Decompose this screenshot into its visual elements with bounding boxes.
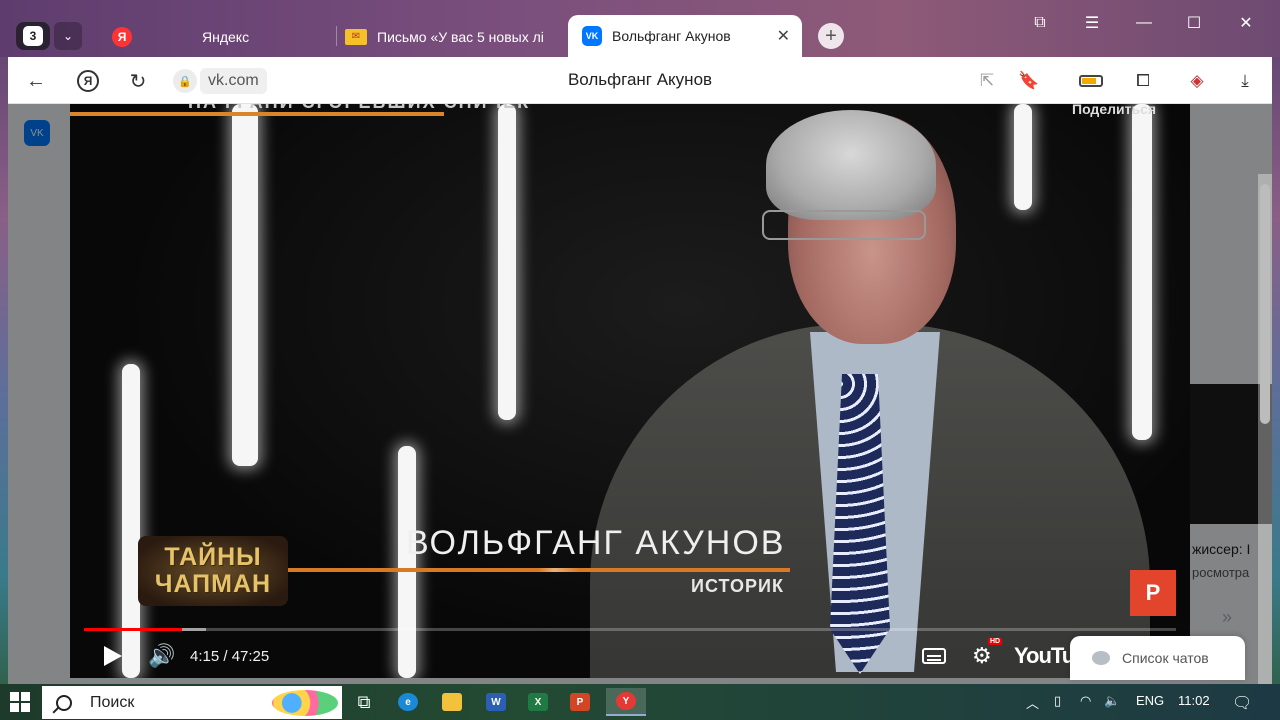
search-placeholder: Поиск — [90, 693, 135, 711]
edge-icon[interactable]: e — [392, 688, 424, 716]
share-video-button[interactable]: Поделиться — [1072, 104, 1156, 117]
chat-list-label: Список чатов — [1122, 650, 1209, 666]
play-icon — [104, 646, 122, 666]
top-caption-line — [70, 112, 444, 116]
tabs-counter-label: 3 — [23, 26, 43, 46]
vk-icon: VK — [582, 26, 602, 46]
notifications-icon[interactable]: 🗨 — [1232, 693, 1252, 713]
close-tab-icon[interactable]: ✕ — [777, 26, 790, 46]
time-display: 4:15 / 47:25 — [190, 647, 270, 665]
menu-icon[interactable]: ☰ — [1072, 10, 1112, 36]
chevron-up-icon[interactable]: ︿ — [1026, 693, 1039, 712]
speaker-hair — [766, 110, 936, 220]
address-bar: ← Я ↻ 🔒 vk.com Вольфганг Акунов ⇱ 🔖 ⧠ ◈ … — [8, 57, 1272, 104]
bookmarks-collection-icon[interactable]: ⧉ — [1020, 10, 1060, 36]
tabs-counter-button[interactable]: 3 — [16, 22, 50, 50]
translate-icon[interactable]: ⧠ — [1130, 68, 1156, 94]
tab-vk-active[interactable]: VK Вольфганг Акунов ✕ — [568, 15, 802, 57]
battery-saver-icon[interactable] — [1078, 68, 1104, 94]
tab-mail[interactable]: ✉ Письмо «У вас 5 новых лі — [345, 16, 567, 57]
clock[interactable]: 11:02 — [1178, 693, 1210, 708]
scrollbar-thumb[interactable] — [1260, 184, 1270, 424]
wifi-icon[interactable]: ◠ — [1080, 693, 1091, 709]
lower-third-line — [288, 568, 790, 572]
search-icon — [56, 694, 72, 711]
minimize-button[interactable]: — — [1124, 10, 1164, 36]
device-icon[interactable]: ▯ — [1054, 693, 1061, 709]
maximize-button[interactable]: ☐ — [1174, 10, 1214, 36]
volume-icon[interactable]: 🔊 — [148, 642, 175, 670]
word-icon[interactable]: W — [480, 688, 512, 716]
file-explorer-icon[interactable] — [436, 688, 468, 716]
tab-label: Яндекс — [202, 28, 250, 45]
play-button[interactable] — [104, 642, 122, 670]
studio-light — [498, 104, 516, 420]
speaker-role-caption: ИСТОРИК — [691, 576, 784, 596]
powerpoint-icon[interactable]: P — [564, 688, 596, 716]
new-tab-button[interactable]: + — [818, 23, 844, 49]
chevron-down-icon[interactable]: ⌄ — [54, 22, 82, 50]
speaker-glasses — [762, 210, 926, 240]
studio-light — [1014, 104, 1032, 210]
download-icon[interactable]: ⤓ — [1232, 68, 1258, 94]
tab-label: Вольфганг Акунов — [612, 28, 731, 44]
progress-bar-fill[interactable] — [84, 628, 182, 631]
yandex-browser-taskbar-icon[interactable]: Y — [606, 688, 646, 716]
yandex-icon: Я — [112, 26, 132, 47]
tab-divider — [336, 26, 337, 46]
speaker-name-caption: ВОЛЬФГАНГ АКУНОВ — [406, 524, 786, 562]
subtitles-icon — [922, 648, 946, 664]
ren-tv-logo: Р — [1130, 570, 1176, 616]
tab-yandex[interactable]: Я Яндекс — [112, 16, 337, 57]
extension-icon[interactable]: ◈ — [1184, 68, 1210, 94]
share-icon[interactable]: ⇱ — [974, 68, 1000, 94]
windows-taskbar: Поиск ⧉ e W X P Y ︿ ▯ ◠ 🔈 ENG 11:02 🗨 — [0, 684, 1280, 720]
speaker-icon[interactable]: 🔈 — [1104, 693, 1120, 709]
excel-icon[interactable]: X — [522, 688, 554, 716]
hd-badge: HD — [988, 638, 1003, 645]
gear-icon: ⚙ — [972, 643, 992, 668]
settings-button[interactable]: ⚙ HD — [972, 638, 1003, 670]
chat-bubble-icon — [1092, 651, 1110, 665]
studio-light — [232, 104, 258, 466]
video-player[interactable]: НА ГРАНИ СГОРЕВШИХ СПИЧЕК Поделиться ✕ Т… — [70, 104, 1190, 678]
search-highlight-art[interactable] — [272, 690, 338, 716]
language-indicator[interactable]: ENG — [1136, 693, 1164, 708]
chat-list-button[interactable]: Список чатов — [1070, 636, 1245, 680]
browser-tab-strip: 3 ⌄ Я Яндекс ✉ Письмо «У вас 5 новых лі … — [0, 0, 1280, 57]
studio-light — [1132, 104, 1152, 440]
show-logo: ТАЙНЫ ЧАПМАН — [138, 536, 288, 606]
mail-envelope-icon: ✉ — [345, 28, 367, 45]
subtitles-button[interactable] — [922, 642, 946, 670]
bookmark-icon[interactable]: 🔖 — [1016, 68, 1042, 94]
task-view-icon[interactable]: ⧉ — [348, 688, 380, 716]
progress-bar-track[interactable] — [84, 628, 1176, 631]
windows-start-icon[interactable] — [10, 692, 30, 712]
tab-label: Письмо «У вас 5 новых лі — [377, 28, 544, 45]
close-window-button[interactable]: ✕ — [1226, 10, 1266, 36]
